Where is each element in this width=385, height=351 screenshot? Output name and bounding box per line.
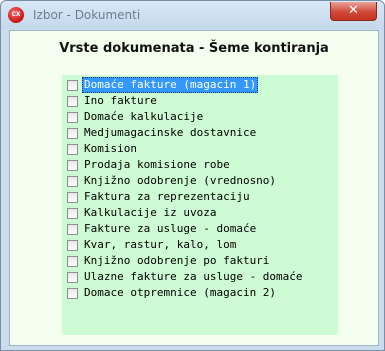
list-item-label: Ulazne fakture za usluge - domaće bbox=[84, 270, 303, 283]
list-item[interactable]: Faktura za reprezentaciju bbox=[67, 189, 337, 205]
window-title: Izbor - Dokumenti bbox=[33, 8, 141, 22]
list-item-label: Prodaja komisione robe bbox=[84, 158, 230, 171]
dialog-window: CX Izbor - Dokumenti ✕ Vrste dokumenata … bbox=[0, 0, 385, 351]
checkbox[interactable] bbox=[67, 112, 78, 123]
checkbox[interactable] bbox=[67, 208, 78, 219]
list-item-label: Kalkulacije iz uvoza bbox=[84, 206, 217, 219]
checkbox[interactable] bbox=[67, 224, 78, 235]
checkbox[interactable] bbox=[67, 128, 78, 139]
checkbox[interactable] bbox=[67, 272, 78, 283]
dialog-heading: Vrste dokumenata - Šeme kontiranja bbox=[59, 41, 329, 56]
checkbox[interactable] bbox=[67, 80, 78, 91]
checkbox[interactable] bbox=[67, 176, 78, 187]
list-item[interactable]: Prodaja komisione robe bbox=[67, 157, 337, 173]
list-item-label: Kvar, rastur, kalo, lom bbox=[84, 238, 237, 251]
list-item[interactable]: Kvar, rastur, kalo, lom bbox=[67, 237, 337, 253]
list-item-label: Komision bbox=[84, 142, 137, 155]
list-item[interactable]: Domace otpremnice (magacin 2) bbox=[67, 285, 337, 301]
list-item[interactable]: Medjumagacinske dostavnice bbox=[67, 125, 337, 141]
list-item[interactable]: Kalkulacije iz uvoza bbox=[67, 205, 337, 221]
close-button[interactable]: ✕ bbox=[330, 2, 377, 21]
list-item-label: Domaće kalkulacije bbox=[84, 110, 204, 123]
list-item-label: Domaće fakture (magacin 1) bbox=[82, 77, 259, 93]
checkbox[interactable] bbox=[67, 288, 78, 299]
list-item-label: Fakture za usluge - domaće bbox=[84, 222, 257, 235]
checkbox[interactable] bbox=[67, 144, 78, 155]
checkbox[interactable] bbox=[67, 256, 78, 267]
list-item[interactable]: Domaće fakture (magacin 1) bbox=[67, 77, 337, 93]
checkbox[interactable] bbox=[67, 240, 78, 251]
list-item-label: Ino fakture bbox=[84, 94, 157, 107]
list-item[interactable]: Ulazne fakture za usluge - domaće bbox=[67, 269, 337, 285]
title-bar[interactable]: CX Izbor - Dokumenti ✕ bbox=[1, 1, 384, 29]
list-item[interactable]: Ino fakture bbox=[67, 93, 337, 109]
list-item[interactable]: Knjižno odobrenje (vrednosno) bbox=[67, 173, 337, 189]
checkbox[interactable] bbox=[67, 96, 78, 107]
dialog-body: Vrste dokumenata - Šeme kontiranja Domać… bbox=[9, 30, 379, 346]
checkbox[interactable] bbox=[67, 160, 78, 171]
checkbox[interactable] bbox=[67, 192, 78, 203]
list-item[interactable]: Komision bbox=[67, 141, 337, 157]
document-type-list[interactable]: Domaće fakture (magacin 1) Ino fakture Dom… bbox=[62, 75, 338, 335]
list-item-label: Knjižno odobrenje (vrednosno) bbox=[84, 174, 277, 187]
list-item-label: Domace otpremnice (magacin 2) bbox=[84, 286, 277, 299]
list-item[interactable]: Fakture za usluge - domaće bbox=[67, 221, 337, 237]
list-item[interactable]: Domaće kalkulacije bbox=[67, 109, 337, 125]
list-item[interactable]: Knjižno odobrenje po fakturi bbox=[67, 253, 337, 269]
list-item-label: Faktura za reprezentaciju bbox=[84, 190, 250, 203]
list-item-label: Medjumagacinske dostavnice bbox=[84, 126, 257, 139]
list-item-label: Knjižno odobrenje po fakturi bbox=[84, 254, 270, 267]
app-icon: CX bbox=[8, 7, 24, 23]
